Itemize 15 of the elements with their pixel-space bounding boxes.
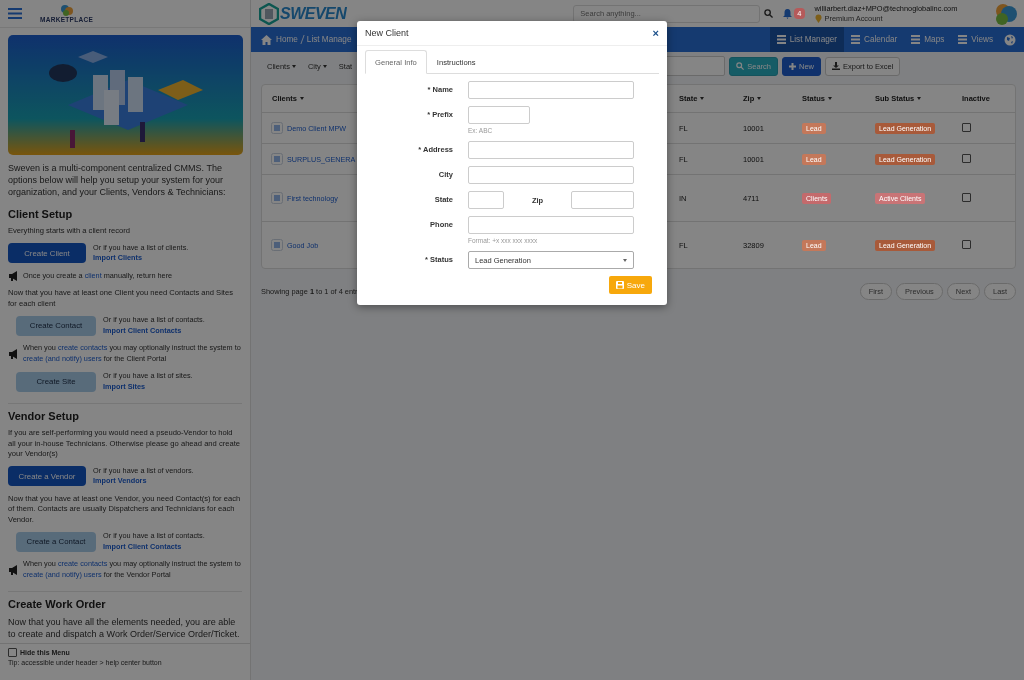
nav-tab[interactable]: Maps <box>904 27 952 52</box>
save-button[interactable]: Save <box>608 276 652 294</box>
nav-tab[interactable]: List Manager <box>769 27 845 52</box>
sweven-logo: SWEVEN <box>280 4 347 23</box>
section-heading: Vendor Setup <box>8 410 80 422</box>
dialog-title: New Client <box>365 28 409 38</box>
section-heading: Client Setup <box>8 208 74 220</box>
breadcrumb-link[interactable]: Home <box>276 35 298 44</box>
intro-text: Sweven is a multi-component centralized CMMS. The options below will help you setup your system for your organization, and your Clients, Vendors & Technicians: <box>8 162 227 198</box>
close-button[interactable]: × <box>652 27 659 39</box>
section-heading: Create Work Order <box>8 598 107 610</box>
nav-tab[interactable]: Calendar <box>844 27 905 52</box>
nav-tab[interactable]: Views <box>951 27 1000 52</box>
help-text: Now that you have all the elements needed, you are able to create and dispatch a Work Order/Service Order/Ticket. <box>8 616 241 640</box>
breadcrumb-link[interactable]: List Manage <box>306 35 352 44</box>
